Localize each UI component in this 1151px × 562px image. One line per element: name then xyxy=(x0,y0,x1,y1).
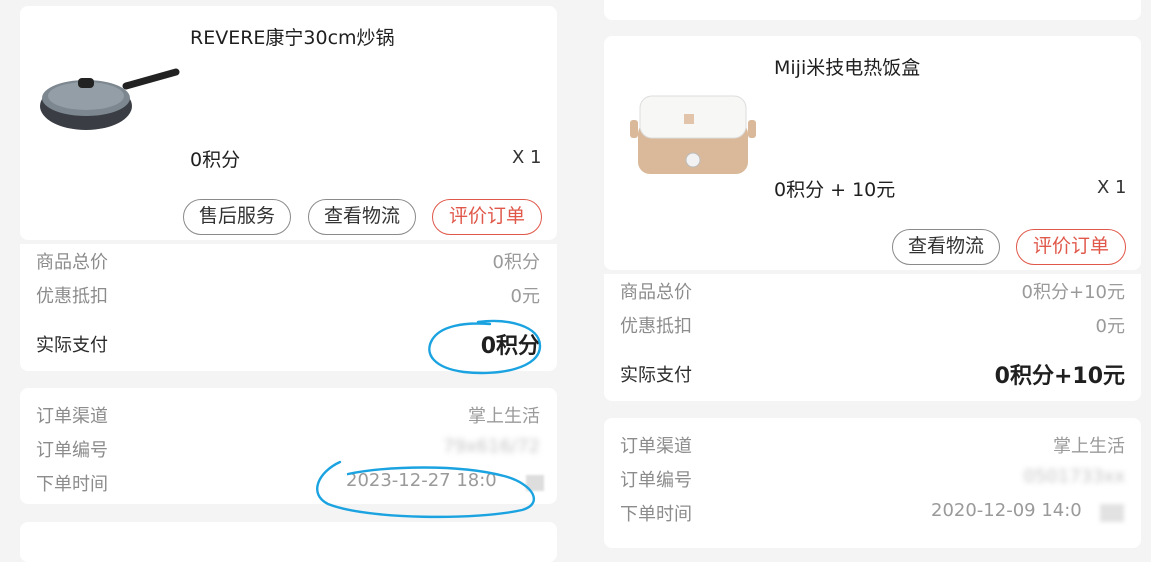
left-review-order-button[interactable]: 评价订单 xyxy=(432,199,542,235)
left-paid-value: 0积分 xyxy=(480,334,540,359)
left-time-value: 2023-12-27 18:0 xyxy=(346,470,497,491)
right-logistics-button[interactable]: 查看物流 xyxy=(892,229,1000,265)
right-time-value: 2020-12-09 14:0 xyxy=(931,500,1082,521)
left-product-price: 0积分 xyxy=(190,149,241,171)
right-order-number-label: 订单编号 xyxy=(620,470,692,491)
right-time-label: 下单时间 xyxy=(620,504,692,525)
after-sale-button[interactable]: 售后服务 xyxy=(183,199,291,235)
left-time-blur-mark xyxy=(526,475,544,491)
lunch-box-icon xyxy=(628,92,758,180)
left-logistics-button[interactable]: 查看物流 xyxy=(308,199,416,235)
right-time-blur-mark xyxy=(1100,504,1124,522)
left-total-value: 0积分 xyxy=(492,252,540,273)
right-paid-value: 0积分+10元 xyxy=(994,364,1125,389)
right-paid-label: 实际支付 xyxy=(620,365,692,386)
right-total-value: 0积分+10元 xyxy=(1021,282,1125,303)
left-next-card xyxy=(20,522,557,562)
right-product-price: 0积分 + 10元 xyxy=(774,179,896,201)
left-discount-value: 0元 xyxy=(510,286,540,307)
right-prev-card xyxy=(604,0,1141,20)
left-channel-label: 订单渠道 xyxy=(36,406,108,427)
right-discount-label: 优惠抵扣 xyxy=(620,316,692,337)
left-channel-value: 掌上生活 xyxy=(468,406,540,427)
right-order-number-value: 0501733xx xyxy=(1023,466,1125,487)
left-order-number-label: 订单编号 xyxy=(36,440,108,461)
right-product-qty: X 1 xyxy=(1097,177,1127,198)
right-discount-value: 0元 xyxy=(1095,316,1125,337)
wok-pan-icon xyxy=(36,60,181,140)
left-discount-label: 优惠抵扣 xyxy=(36,286,108,307)
right-total-label: 商品总价 xyxy=(620,282,692,303)
left-total-label: 商品总价 xyxy=(36,252,108,273)
left-product-qty: X 1 xyxy=(512,147,542,168)
right-channel-label: 订单渠道 xyxy=(620,436,692,457)
left-product-title[interactable]: REVERE康宁30cm炒锅 xyxy=(190,23,395,50)
right-review-order-button[interactable]: 评价订单 xyxy=(1016,229,1126,265)
right-product-title[interactable]: Miji米技电热饭盒 xyxy=(774,53,920,80)
left-time-label: 下单时间 xyxy=(36,474,108,495)
right-channel-value: 掌上生活 xyxy=(1053,436,1125,457)
left-order-number-value: 79x616/72 xyxy=(443,436,540,457)
left-paid-label: 实际支付 xyxy=(36,335,108,356)
